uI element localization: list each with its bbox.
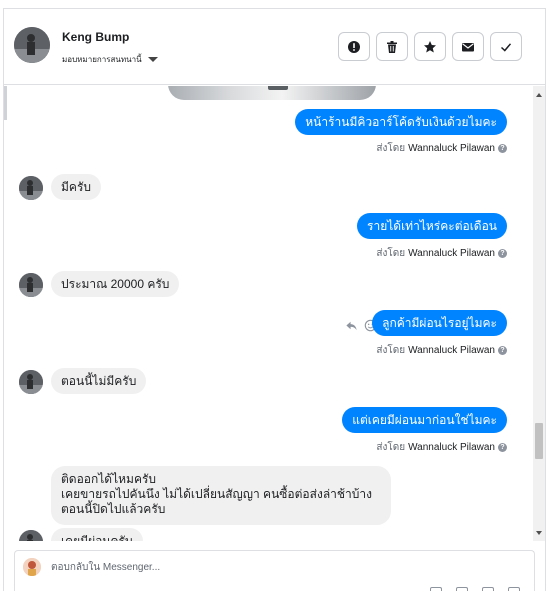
incoming-message[interactable]: ตอนนี้ไม่มีครับ — [51, 368, 147, 394]
help-icon[interactable]: ? — [498, 249, 507, 258]
contact-avatar-small[interactable] — [19, 273, 43, 297]
attach-icon[interactable] — [430, 587, 442, 591]
page-avatar — [23, 558, 41, 576]
mark-spam-button[interactable] — [338, 32, 370, 61]
reply-composer — [14, 550, 535, 591]
sent-by-label: ส่งโดย Wannaluck Pilawan ? — [376, 141, 507, 156]
image-icon[interactable] — [456, 587, 468, 591]
check-icon — [500, 42, 512, 52]
sent-by-label: ส่งโดย Wannaluck Pilawan ? — [376, 440, 507, 455]
delete-button[interactable] — [376, 32, 408, 61]
thread-scrollbar[interactable] — [533, 86, 545, 541]
thread-edge-indicator — [4, 86, 7, 120]
help-icon[interactable]: ? — [498, 443, 507, 452]
composer-toolbar — [430, 587, 520, 591]
shared-photo[interactable] — [168, 86, 376, 100]
caret-down-icon — [147, 57, 158, 62]
trash-icon — [387, 40, 397, 53]
incoming-message[interactable]: ติดออกได้ไหมครับ เคยขายรถไปคันนึง ไม่ได้… — [51, 466, 391, 525]
help-icon[interactable]: ? — [498, 144, 507, 153]
reply-icon[interactable] — [345, 319, 358, 332]
incoming-message[interactable]: เคยมีผ่อนครับ — [51, 528, 143, 541]
contact-avatar-small[interactable] — [19, 370, 43, 394]
conversation-panel: Keng Bump มอบหมายการสนทนานี้ หน้าร้านมีค… — [3, 8, 546, 591]
incoming-message[interactable]: มีครับ — [51, 174, 101, 200]
envelope-icon — [462, 42, 474, 51]
sender-name[interactable]: Wannaluck Pilawan — [408, 143, 495, 154]
assign-conversation-dropdown[interactable]: มอบหมายการสนทนานี้ — [62, 53, 158, 66]
sender-name[interactable]: Wannaluck Pilawan — [408, 442, 495, 453]
sender-name[interactable]: Wannaluck Pilawan — [408, 248, 495, 259]
contact-avatar[interactable] — [14, 27, 50, 63]
outgoing-message[interactable]: ลูกค้ามีผ่อนไรอยู่ไมคะ — [372, 310, 507, 336]
contact-name[interactable]: Keng Bump — [62, 30, 129, 44]
sent-by-prefix: ส่งโดย — [376, 442, 406, 453]
emoji-icon[interactable] — [482, 587, 494, 591]
conversation-header: Keng Bump มอบหมายการสนทนานี้ — [4, 9, 545, 85]
contact-avatar-small[interactable] — [19, 530, 43, 541]
sent-by-label: ส่งโดย Wannaluck Pilawan ? — [376, 343, 507, 358]
sent-by-prefix: ส่งโดย — [376, 248, 406, 259]
sent-by-prefix: ส่งโดย — [376, 143, 406, 154]
contact-avatar-small[interactable] — [19, 176, 43, 200]
alert-icon — [348, 40, 360, 53]
help-icon[interactable]: ? — [498, 346, 507, 355]
scroll-up-arrow-icon[interactable] — [536, 93, 542, 97]
sender-name[interactable]: Wannaluck Pilawan — [408, 345, 495, 356]
assign-label: มอบหมายการสนทนานี้ — [62, 55, 142, 64]
reply-input[interactable] — [51, 559, 351, 575]
scroll-down-arrow-icon[interactable] — [536, 531, 542, 535]
outgoing-message[interactable]: แต่เคยมีผ่อนมาก่อนใช่ไมคะ — [342, 407, 507, 433]
mark-unread-button[interactable] — [452, 32, 484, 61]
gif-icon[interactable] — [508, 587, 520, 591]
conversation-actions — [338, 32, 522, 61]
outgoing-message[interactable]: รายได้เท่าไหร่คะต่อเดือน — [357, 213, 507, 239]
sent-by-prefix: ส่งโดย — [376, 345, 406, 356]
star-button[interactable] — [414, 32, 446, 61]
mark-done-button[interactable] — [490, 32, 522, 61]
star-icon — [424, 40, 436, 52]
message-thread[interactable]: หน้าร้านมีคิวอาร์โค้ดรับเงินด้วยไมคะ ส่ง… — [4, 86, 545, 541]
scrollbar-thumb[interactable] — [535, 423, 543, 459]
sent-by-label: ส่งโดย Wannaluck Pilawan ? — [376, 246, 507, 261]
incoming-message[interactable]: ประมาณ 20000 ครับ — [51, 271, 180, 297]
outgoing-message[interactable]: หน้าร้านมีคิวอาร์โค้ดรับเงินด้วยไมคะ — [295, 109, 507, 135]
